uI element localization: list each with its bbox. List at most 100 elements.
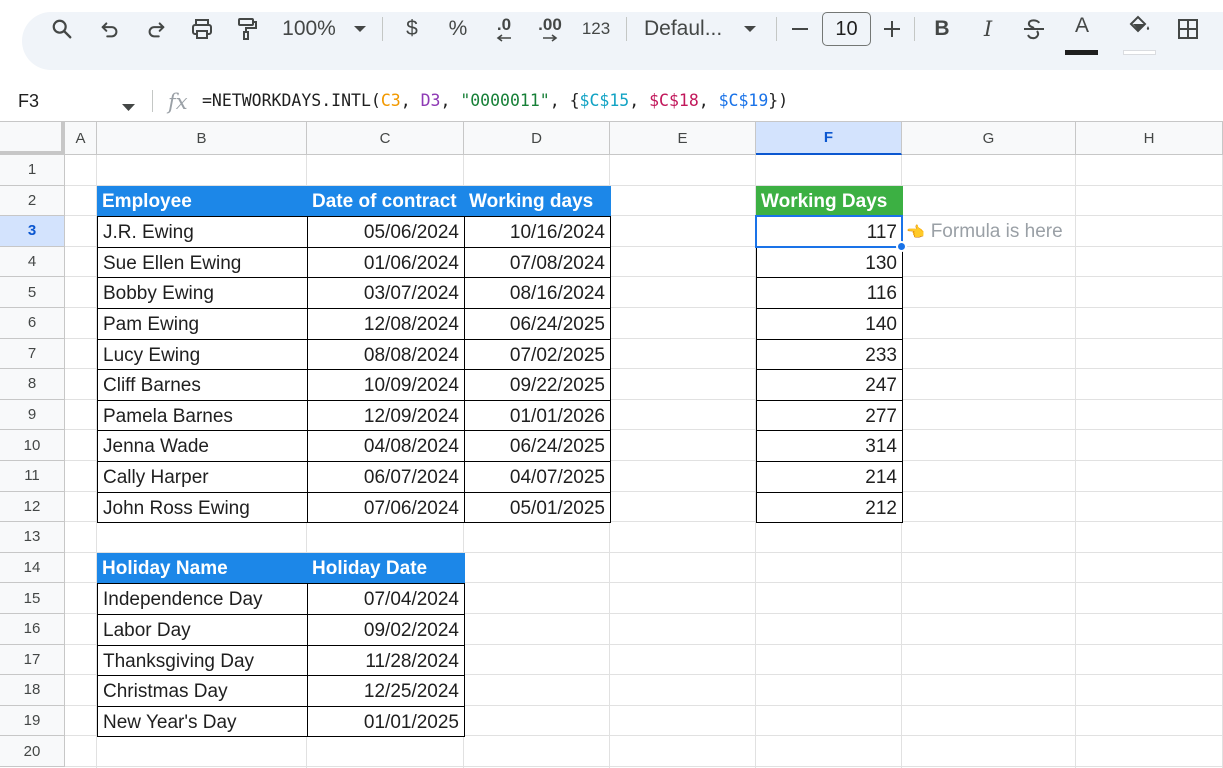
row-header-7[interactable]: 7 <box>0 338 65 370</box>
font-dropdown-button[interactable] <box>740 0 760 58</box>
row-header-8[interactable]: 8 <box>0 369 65 400</box>
employee-name-cell[interactable]: John Ross Ewing <box>97 491 308 524</box>
row-header-9[interactable]: 9 <box>0 399 65 431</box>
column-header-d[interactable]: D <box>464 122 610 155</box>
holiday-date-cell[interactable]: 12/25/2024 <box>307 675 465 707</box>
column-header-h[interactable]: H <box>1076 122 1223 155</box>
zoom-dropdown-button[interactable] <box>350 0 370 58</box>
employee-table-header[interactable]: Working days <box>464 185 611 218</box>
holiday-name-cell[interactable]: Thanksgiving Day <box>97 644 308 677</box>
search-menus-button[interactable] <box>44 0 80 58</box>
row-header-19[interactable]: 19 <box>0 705 65 737</box>
row-header-1[interactable]: 1 <box>0 155 65 186</box>
column-header-g[interactable]: G <box>902 122 1076 155</box>
contract-date-cell[interactable]: 05/06/2024 <box>307 216 465 248</box>
employee-table-header[interactable]: Employee <box>97 185 308 218</box>
working-days-date-cell[interactable]: 01/01/2026 <box>464 399 611 432</box>
working-days-result-header[interactable]: Working Days <box>756 185 903 218</box>
formula-input[interactable]: =NETWORKDAYS.INTL(C3, D3, "0000011", {$C… <box>202 80 788 122</box>
working-days-result-cell[interactable]: 212 <box>756 491 903 524</box>
holiday-date-cell[interactable]: 01/01/2025 <box>307 705 465 738</box>
row-header-15[interactable]: 15 <box>0 583 65 614</box>
employee-name-cell[interactable]: Pamela Barnes <box>97 399 308 432</box>
column-header-e[interactable]: E <box>610 122 756 155</box>
decrease-decimal-button[interactable]: .0 <box>488 0 520 58</box>
employee-name-cell[interactable]: Sue Ellen Ewing <box>97 246 308 279</box>
working-days-result-cell[interactable]: 233 <box>756 338 903 371</box>
working-days-result-cell[interactable]: 247 <box>756 369 903 401</box>
working-days-date-cell[interactable]: 06/24/2025 <box>464 308 611 340</box>
contract-date-cell[interactable]: 12/09/2024 <box>307 399 465 432</box>
increase-font-size-button[interactable] <box>880 0 904 58</box>
contract-date-cell[interactable]: 03/07/2024 <box>307 277 465 309</box>
holiday-date-cell[interactable]: 11/28/2024 <box>307 644 465 677</box>
row-header-18[interactable]: 18 <box>0 675 65 706</box>
holiday-table-header[interactable]: Holiday Name <box>97 552 308 585</box>
employee-table-header[interactable]: Date of contract <box>307 185 465 218</box>
row-header-6[interactable]: 6 <box>0 308 65 339</box>
holiday-table-header[interactable]: Holiday Date <box>307 552 465 585</box>
working-days-result-cell[interactable]: 277 <box>756 399 903 432</box>
borders-button[interactable] <box>1170 0 1206 58</box>
name-box-dropdown[interactable] <box>122 98 135 116</box>
increase-decimal-button[interactable]: .00 <box>532 0 568 58</box>
employee-name-cell[interactable]: Pam Ewing <box>97 308 308 340</box>
row-header-13[interactable]: 13 <box>0 522 65 553</box>
paint-format-button[interactable] <box>229 0 265 58</box>
format-currency-button[interactable]: $ <box>398 0 426 58</box>
row-header-14[interactable]: 14 <box>0 552 65 584</box>
row-header-16[interactable]: 16 <box>0 614 65 645</box>
column-header-f[interactable]: F <box>756 122 902 155</box>
employee-name-cell[interactable]: Cliff Barnes <box>97 369 308 401</box>
holiday-name-cell[interactable]: Labor Day <box>97 614 308 646</box>
working-days-date-cell[interactable]: 09/22/2025 <box>464 369 611 401</box>
contract-date-cell[interactable]: 10/09/2024 <box>307 369 465 401</box>
working-days-date-cell[interactable]: 04/07/2025 <box>464 461 611 493</box>
employee-name-cell[interactable]: Bobby Ewing <box>97 277 308 309</box>
column-header-c[interactable]: C <box>307 122 464 155</box>
undo-button[interactable] <box>92 0 128 58</box>
employee-name-cell[interactable]: J.R. Ewing <box>97 216 308 248</box>
row-header-10[interactable]: 10 <box>0 430 65 461</box>
working-days-date-cell[interactable]: 10/16/2024 <box>464 216 611 248</box>
holiday-name-cell[interactable]: Christmas Day <box>97 675 308 707</box>
holiday-date-cell[interactable]: 07/04/2024 <box>307 583 465 615</box>
working-days-result-cell[interactable]: 214 <box>756 461 903 493</box>
bold-button[interactable]: B <box>928 0 956 58</box>
row-header-20[interactable]: 20 <box>0 736 65 767</box>
contract-date-cell[interactable]: 07/06/2024 <box>307 491 465 524</box>
fill-handle[interactable] <box>896 240 907 252</box>
contract-date-cell[interactable]: 01/06/2024 <box>307 246 465 279</box>
working-days-date-cell[interactable]: 07/08/2024 <box>464 246 611 279</box>
select-all-corner[interactable] <box>0 122 65 155</box>
redo-button[interactable] <box>138 0 174 58</box>
holiday-name-cell[interactable]: Independence Day <box>97 583 308 615</box>
decrease-font-size-button[interactable] <box>788 0 812 58</box>
working-days-date-cell[interactable]: 05/01/2025 <box>464 491 611 524</box>
font-family-select[interactable]: Defaul... <box>644 0 734 58</box>
working-days-result-cell[interactable]: 130 <box>756 246 903 279</box>
working-days-result-cell[interactable]: 314 <box>756 430 903 462</box>
font-size-input[interactable]: 10 <box>822 12 871 46</box>
holiday-date-cell[interactable]: 09/02/2024 <box>307 614 465 646</box>
employee-name-cell[interactable]: Jenna Wade <box>97 430 308 462</box>
row-header-4[interactable]: 4 <box>0 246 65 278</box>
print-button[interactable] <box>184 0 220 58</box>
column-header-b[interactable]: B <box>97 122 307 155</box>
contract-date-cell[interactable]: 04/08/2024 <box>307 430 465 462</box>
row-header-12[interactable]: 12 <box>0 491 65 523</box>
working-days-date-cell[interactable]: 08/16/2024 <box>464 277 611 309</box>
working-days-date-cell[interactable]: 06/24/2025 <box>464 430 611 462</box>
row-header-3[interactable]: 3 <box>0 216 65 247</box>
italic-button[interactable]: I <box>974 0 1002 58</box>
row-header-5[interactable]: 5 <box>0 277 65 308</box>
working-days-result-cell[interactable]: 116 <box>756 277 903 309</box>
strikethrough-button[interactable] <box>1018 0 1050 58</box>
holiday-name-cell[interactable]: New Year's Day <box>97 705 308 738</box>
employee-name-cell[interactable]: Cally Harper <box>97 461 308 493</box>
contract-date-cell[interactable]: 12/08/2024 <box>307 308 465 340</box>
row-header-17[interactable]: 17 <box>0 644 65 676</box>
column-header-a[interactable]: A <box>65 122 97 155</box>
format-percent-button[interactable]: % <box>444 0 472 58</box>
row-header-2[interactable]: 2 <box>0 185 65 217</box>
